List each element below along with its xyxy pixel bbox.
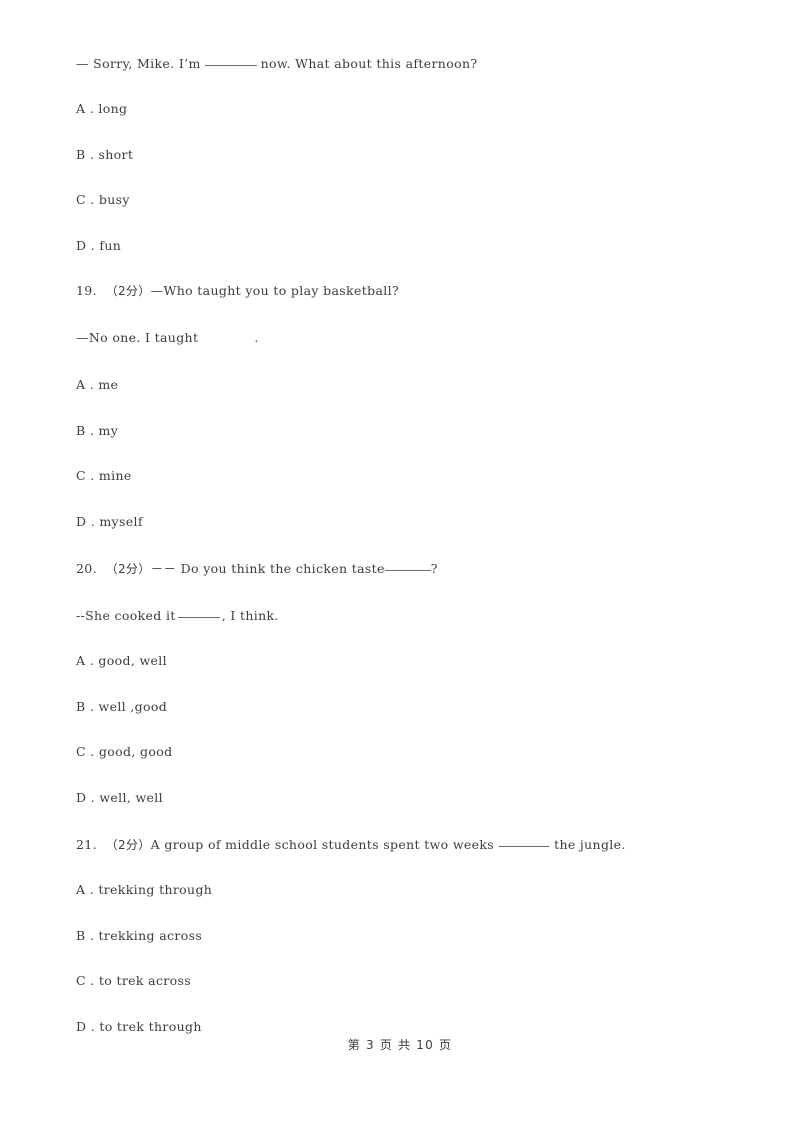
question-marks: （2分）: [105, 284, 151, 298]
option-label: C .: [76, 468, 95, 483]
option-label: D .: [76, 1018, 96, 1034]
option-label: A .: [76, 101, 95, 116]
option-text: good, good: [98, 744, 173, 759]
option-label: B .: [76, 927, 95, 943]
option-text: good, well: [98, 653, 167, 668]
stem-text-before: --She cooked it: [76, 608, 176, 623]
option-text: myself: [99, 513, 143, 529]
option-text: short: [98, 146, 134, 162]
stem-text-before: — Sorry, Mike. I’m: [76, 56, 201, 71]
exam-content: — Sorry, Mike. I’m now. What about this a…: [76, 56, 736, 1066]
option-label: B .: [76, 422, 95, 438]
option-row[interactable]: D . fun: [76, 237, 736, 253]
stem-text-after: ?: [430, 561, 438, 576]
stem-dash-prefix: －－: [150, 561, 177, 576]
stem-text-after: the jungle.: [554, 837, 626, 852]
option-row[interactable]: D . myself: [76, 513, 736, 529]
question-number: 21.: [76, 837, 97, 852]
question-19-stem: 19. （2分）—Who taught you to play basketba…: [76, 283, 736, 298]
question-stem-continuation: — Sorry, Mike. I’m now. What about this a…: [76, 56, 736, 71]
option-row[interactable]: D . to trek through: [76, 1018, 736, 1034]
option-row[interactable]: C . mine: [76, 468, 736, 483]
question-number: 20.: [76, 561, 97, 576]
option-text: busy: [98, 192, 130, 207]
question-marks: （2分）: [105, 562, 151, 576]
page-footer: 第 3 页 共 10 页: [347, 1038, 453, 1052]
option-row[interactable]: C . to trek across: [76, 973, 736, 988]
question-marks: （2分）: [105, 838, 151, 852]
stem-text-after: , I think.: [221, 608, 279, 623]
question-20-stem: 20. （2分）－－ Do you think the chicken tast…: [76, 561, 736, 576]
stem-text-before: —No one. I taught: [76, 330, 199, 345]
option-row[interactable]: A . me: [76, 377, 736, 392]
option-label: D .: [76, 789, 96, 805]
option-label: C .: [76, 744, 95, 759]
option-row[interactable]: C . good, good: [76, 744, 736, 759]
option-text: me: [98, 377, 119, 392]
question-number: 19.: [76, 283, 97, 298]
answer-blank: [204, 56, 257, 66]
exam-page: — Sorry, Mike. I’m now. What about this a…: [0, 0, 800, 1132]
answer-blank: [177, 608, 220, 618]
option-label: C .: [76, 192, 95, 207]
option-row[interactable]: A . long: [76, 101, 736, 116]
answer-blank: [499, 837, 550, 847]
option-label: A .: [76, 653, 95, 668]
answer-blank: [384, 561, 431, 571]
option-text: to trek across: [98, 973, 192, 988]
option-label: B .: [76, 698, 95, 714]
option-text: well ,good: [98, 698, 168, 714]
option-text: to trek through: [99, 1018, 202, 1034]
option-row[interactable]: D . well, well: [76, 789, 736, 805]
option-text: fun: [99, 237, 122, 253]
option-text: long: [98, 101, 128, 116]
option-label: C .: [76, 973, 95, 988]
option-label: A .: [76, 377, 95, 392]
option-text: well, well: [99, 789, 163, 805]
option-label: A .: [76, 882, 95, 897]
option-row[interactable]: B . well ,good: [76, 698, 736, 714]
question-20-stem-line2: --She cooked it , I think.: [76, 608, 736, 623]
option-text: trekking through: [98, 882, 213, 897]
question-21-stem: 21. （2分）A group of middle school student…: [76, 837, 736, 852]
option-row[interactable]: A . trekking through: [76, 882, 736, 897]
option-row[interactable]: C . busy: [76, 192, 736, 207]
question-stem-text: —Who taught you to play basketball?: [150, 283, 399, 298]
option-text: mine: [98, 468, 132, 483]
option-label: B .: [76, 146, 95, 162]
stem-text-after: now. What about this afternoon?: [260, 56, 478, 71]
question-stem-text: A group of middle school students spent …: [150, 837, 495, 852]
stem-text-after: .: [254, 330, 259, 345]
option-row[interactable]: A . good, well: [76, 653, 736, 668]
question-stem-text: Do you think the chicken taste: [180, 561, 385, 576]
option-row[interactable]: B . short: [76, 146, 736, 162]
question-19-stem-line2: —No one. I taught.: [76, 330, 736, 345]
option-label: D .: [76, 513, 96, 529]
option-text: trekking across: [98, 927, 203, 943]
option-row[interactable]: B . trekking across: [76, 927, 736, 943]
option-row[interactable]: B . my: [76, 422, 736, 438]
option-text: my: [98, 422, 119, 438]
option-label: D .: [76, 237, 96, 253]
